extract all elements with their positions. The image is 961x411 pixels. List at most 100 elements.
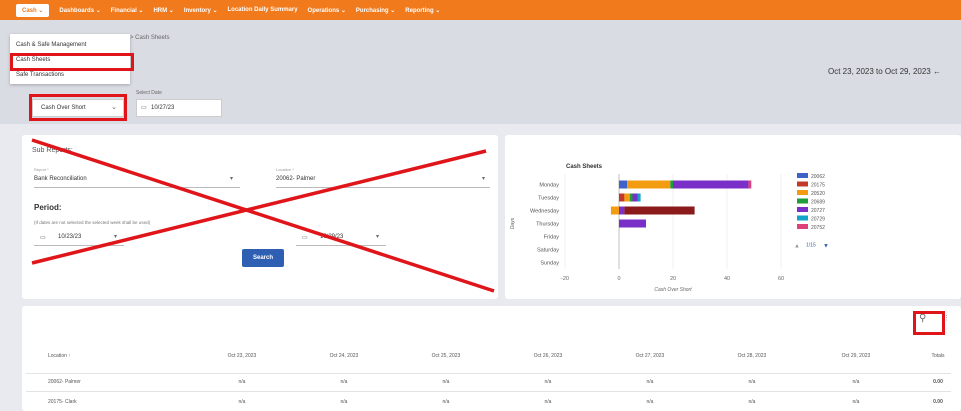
end-date-value[interactable]: 10/29/23 (320, 234, 343, 240)
col-header-oct-27[interactable]: Oct 27, 2023 (620, 353, 680, 359)
chart-legend-swatch (797, 207, 808, 212)
col-header-oct-24[interactable]: Oct 24, 2023 (314, 353, 374, 359)
chevron-down-icon: ▾ (114, 234, 118, 240)
chart-bar-segment (619, 219, 646, 228)
chart-y-axis-label: Days (510, 217, 516, 229)
table-cell: n/a (544, 399, 552, 405)
table-cell: n/a (238, 399, 246, 405)
chart-category-label: Monday (539, 183, 559, 189)
chart-legend-swatch (797, 224, 808, 229)
date-range-display[interactable]: Oct 23, 2023 to Oct 29, 2023 ← (828, 67, 941, 76)
chart-legend-page: 1/15 (806, 243, 816, 249)
menu-item-cash-safe-management[interactable]: Cash & Safe Management (10, 38, 130, 52)
chart-legend-entry: 20752 (811, 225, 825, 231)
chart-bar-segment (748, 180, 752, 189)
col-header-totals[interactable]: Totals (920, 353, 956, 359)
col-header-oct-28[interactable]: Oct 28, 2023 (722, 353, 782, 359)
chart-title: Cash Sheets (566, 164, 603, 170)
location-field-underline (276, 187, 490, 188)
chart-legend-swatch (797, 181, 808, 187)
chart-legend-prev-icon: ▲ (794, 244, 800, 250)
table-cell: n/a (340, 379, 348, 385)
chart-legend-swatch (797, 198, 808, 204)
chevron-down-icon: ▾ (230, 176, 234, 182)
nav-financial[interactable]: Financial ⌄ (111, 7, 144, 14)
select-date-label: Select Date (136, 90, 162, 96)
chart-bar-segment (619, 180, 628, 189)
calendar-icon: ▭ (302, 235, 308, 241)
chart-x-tick-label: 40 (724, 276, 730, 282)
table-cell-location: 20062- Palmer (48, 379, 81, 385)
annotation-box-report-select (29, 94, 127, 121)
nav-dashboards[interactable]: Dashboards ⌄ (59, 7, 100, 14)
chart-bar-segment (619, 206, 625, 215)
table-cell: n/a (646, 379, 654, 385)
search-button[interactable]: Search (242, 249, 284, 267)
col-header-oct-26[interactable]: Oct 26, 2023 (518, 353, 578, 359)
chart-category-label: Tuesday (538, 196, 559, 202)
chart-legend-swatch (797, 215, 808, 221)
chart-legend-entry: 20729 (811, 217, 825, 223)
col-header-oct-25[interactable]: Oct 25, 2023 (416, 353, 476, 359)
table-cell: n/a (544, 379, 552, 385)
nav-cash[interactable]: Cash ⌄ (16, 3, 50, 17)
chart-bar-segment (670, 180, 673, 189)
report-field-underline (34, 187, 240, 188)
col-header-location[interactable]: Location ↑ (48, 353, 71, 359)
chart-bar-segment (624, 193, 630, 202)
nav-purchasing[interactable]: Purchasing ⌄ (356, 7, 395, 14)
table-cell-total: 0.00 (933, 399, 943, 405)
nav-location-daily-summary[interactable]: Location Daily Summary (228, 7, 298, 13)
chevron-down-icon: ▾ (482, 176, 486, 182)
report-field-label: Report * (34, 167, 49, 172)
cash-sheets-chart: Cash Sheets -20 0 20 40 60 Cash Over Short Days… (510, 164, 829, 293)
breadcrumb[interactable]: > Cash Sheets (130, 35, 170, 41)
sub-reports-title: Sub Reports: (32, 147, 73, 154)
chart-category-label: Saturday (537, 248, 559, 254)
chart-x-tick-label: 20 (670, 276, 676, 282)
col-header-oct-23[interactable]: Oct 23, 2023 (212, 353, 272, 359)
period-title: Period: (34, 203, 62, 212)
chart-bar-segment (629, 193, 633, 202)
chevron-down-icon: ▾ (376, 234, 380, 240)
end-date-underline (296, 245, 386, 246)
chart-legend-entry: 20689 (811, 200, 825, 206)
table-cell: n/a (748, 379, 756, 385)
period-note: (If dates are not selected the selected … (34, 220, 151, 225)
chart-bar-segment (637, 193, 641, 202)
location-field-label: Location * (276, 167, 294, 172)
chart-legend-entry: 20727 (811, 208, 825, 214)
chart-x-tick-label: 60 (778, 276, 784, 282)
chart-bar-segment (632, 193, 638, 202)
chart-category-label: Sunday (540, 261, 559, 267)
nav-operations[interactable]: Operations ⌄ (308, 7, 346, 14)
table-cell: n/a (442, 379, 450, 385)
chart-bar-segment (627, 180, 671, 189)
chart-x-tick-label: -20 (561, 276, 569, 282)
cash-sheets-chart-card: Cash Sheets -20 0 20 40 60 Cash Over Short Days… (505, 135, 961, 299)
nav-hrm[interactable]: HRM ⌄ (153, 7, 173, 14)
table-cell: n/a (442, 399, 450, 405)
table-row[interactable] (26, 391, 951, 407)
start-date-value[interactable]: 10/23/23 (58, 234, 81, 240)
chart-bar-segment (610, 206, 619, 215)
table-cell-location: 20175- Clark (48, 399, 77, 405)
location-field-value[interactable]: 20062- Palmer (276, 176, 315, 182)
chart-legend-entry: 20062 (811, 174, 825, 180)
calendar-icon: ▭ (141, 105, 147, 111)
table-cell: n/a (340, 399, 348, 405)
calendar-icon: ▭ (40, 235, 46, 241)
chart-x-axis-label: Cash Over Short (654, 287, 692, 293)
report-field-value[interactable]: Bank Reconciliation (34, 176, 87, 182)
table-cell: n/a (852, 379, 860, 385)
table-cell: n/a (748, 399, 756, 405)
select-date-input[interactable]: ▭ 10/27/23 (136, 99, 222, 117)
table-row[interactable] (26, 373, 951, 389)
nav-reporting[interactable]: Reporting ⌄ (405, 7, 440, 14)
chart-legend-entry: 20175 (811, 183, 825, 189)
table-cell: n/a (852, 399, 860, 405)
col-header-oct-29[interactable]: Oct 29, 2023 (826, 353, 886, 359)
nav-inventory[interactable]: Inventory ⌄ (184, 7, 218, 14)
chart-bar-segment (673, 180, 749, 189)
top-nav-bar: Cash ⌄ Dashboards ⌄ Financial ⌄ HRM ⌄ In… (0, 0, 961, 20)
